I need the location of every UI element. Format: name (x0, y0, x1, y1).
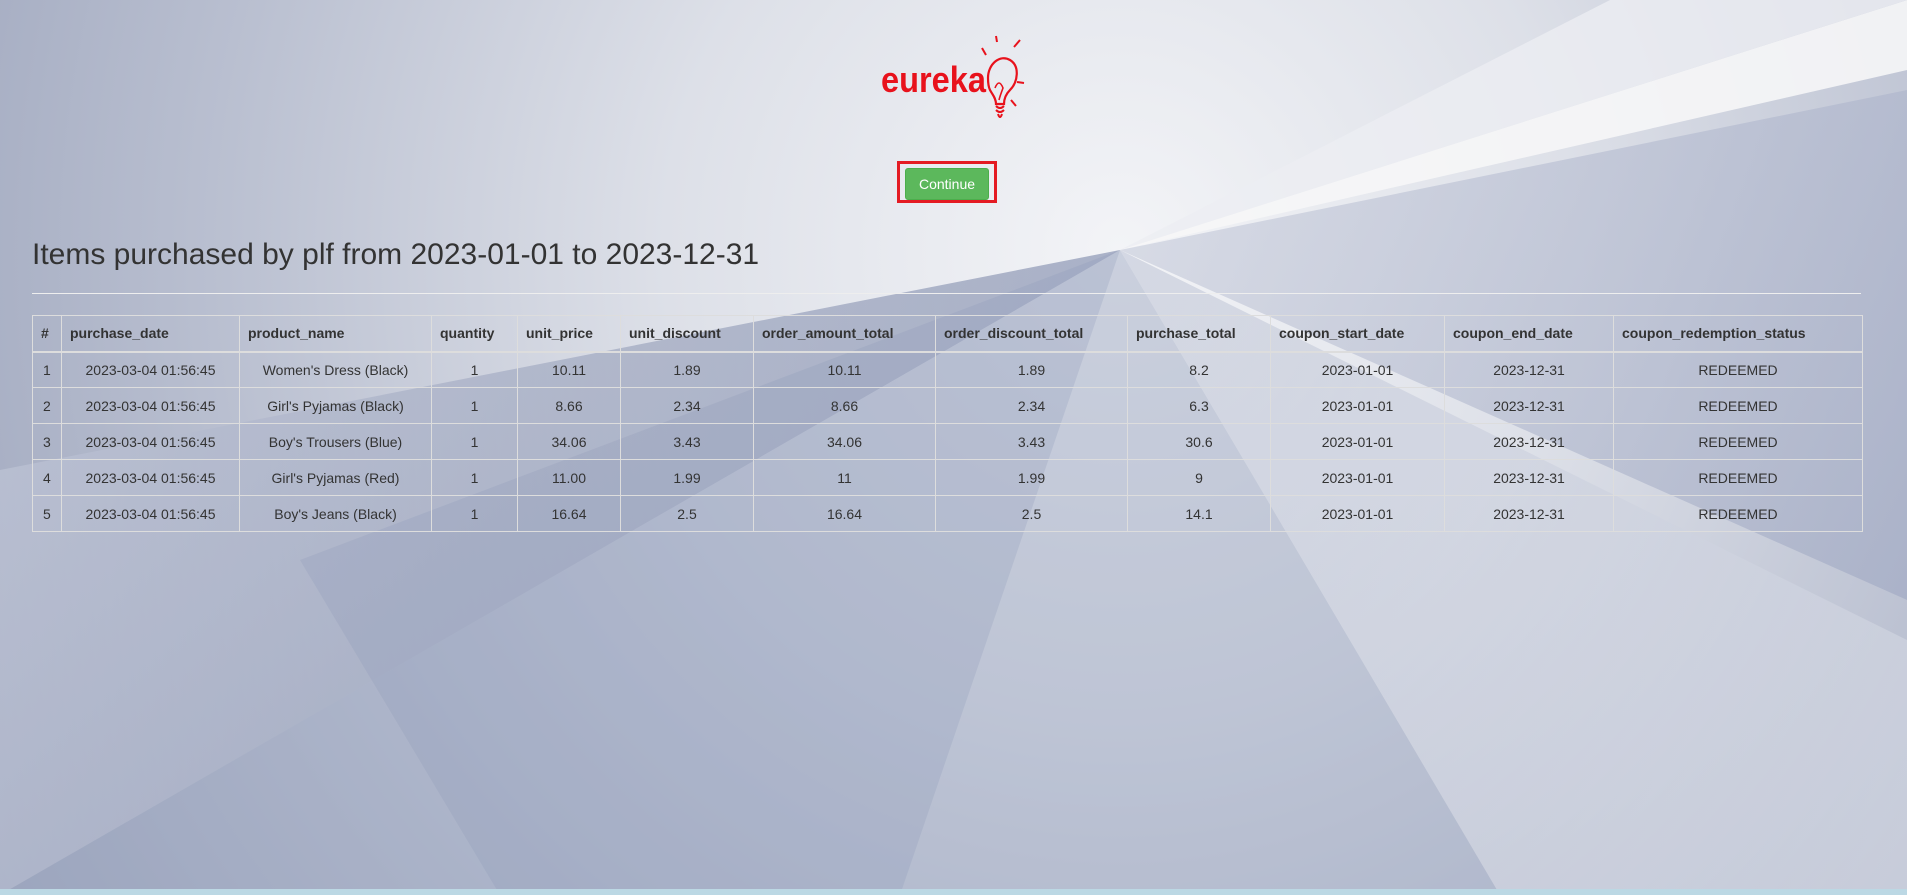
table-cell: 5 (32, 495, 62, 532)
table-cell: 2023-03-04 01:56:45 (61, 495, 240, 532)
table-cell: 9 (1127, 459, 1271, 496)
table-row: 3 2023-03-04 01:56:45 Boy's Trousers (Bl… (32, 423, 1863, 460)
table-cell: 2023-03-04 01:56:45 (61, 351, 240, 388)
table-cell: 2023-12-31 (1444, 495, 1614, 532)
table-cell: 2023-12-31 (1444, 459, 1614, 496)
table-cell: 1 (431, 387, 518, 424)
table-cell: 1 (431, 423, 518, 460)
table-cell: Boy's Jeans (Black) (239, 495, 432, 532)
table-cell: 2.5 (620, 495, 754, 532)
table-cell: 2023-12-31 (1444, 387, 1614, 424)
table-row: 1 2023-03-04 01:56:45 Women's Dress (Bla… (32, 351, 1863, 388)
bottom-border-bar (0, 889, 1907, 895)
table-cell: 3 (32, 423, 62, 460)
column-header: quantity (431, 315, 518, 353)
table-cell: Girl's Pyjamas (Black) (239, 387, 432, 424)
table-cell: 34.06 (517, 423, 621, 460)
table-cell: 1 (431, 351, 518, 388)
table-cell: 2023-03-04 01:56:45 (61, 387, 240, 424)
table-cell: 8.2 (1127, 351, 1271, 388)
table-cell: 1 (32, 351, 62, 388)
table-cell: 1.89 (935, 351, 1128, 388)
logo-text: eureka (881, 59, 987, 100)
column-header: coupon_redemption_status (1613, 315, 1863, 353)
table-cell: 2023-01-01 (1270, 459, 1445, 496)
table-cell: 11 (753, 459, 936, 496)
table-cell: 2023-01-01 (1270, 387, 1445, 424)
column-header: order_amount_total (753, 315, 936, 353)
table-cell: 10.11 (753, 351, 936, 388)
table-cell: 2 (32, 387, 62, 424)
table-cell: 1.99 (935, 459, 1128, 496)
table-cell: REDEEMED (1613, 495, 1863, 532)
table-cell: 2.5 (935, 495, 1128, 532)
column-header: # (32, 315, 62, 353)
table-cell: 2023-01-01 (1270, 423, 1445, 460)
column-header: product_name (239, 315, 432, 353)
table-cell: 2023-01-01 (1270, 495, 1445, 532)
table-cell: Women's Dress (Black) (239, 351, 432, 388)
table-cell: 1.99 (620, 459, 754, 496)
table-cell: REDEEMED (1613, 387, 1863, 424)
table-cell: 16.64 (753, 495, 936, 532)
table-cell: REDEEMED (1613, 459, 1863, 496)
page: eureka Continue Items purchased by plf f… (0, 0, 1907, 895)
table-cell: 2.34 (620, 387, 754, 424)
table-cell: 2023-01-01 (1270, 351, 1445, 388)
table-cell: 11.00 (517, 459, 621, 496)
continue-button[interactable]: Continue (905, 168, 989, 200)
table-cell: 2023-03-04 01:56:45 (61, 423, 240, 460)
eureka-logo: eureka (878, 30, 1028, 130)
table-cell: 30.6 (1127, 423, 1271, 460)
table-cell: Boy's Trousers (Blue) (239, 423, 432, 460)
page-title: Items purchased by plf from 2023-01-01 t… (32, 238, 760, 271)
table-cell: REDEEMED (1613, 351, 1863, 388)
purchases-table: # purchase_date product_name quantity un… (32, 315, 1863, 532)
table-cell: 1 (431, 459, 518, 496)
table-row: 5 2023-03-04 01:56:45 Boy's Jeans (Black… (32, 495, 1863, 532)
table-cell: 2.34 (935, 387, 1128, 424)
table-row: 4 2023-03-04 01:56:45 Girl's Pyjamas (Re… (32, 459, 1863, 496)
heading-divider (32, 293, 1861, 294)
table-cell: 16.64 (517, 495, 621, 532)
table-cell: 3.43 (935, 423, 1128, 460)
column-header: purchase_total (1127, 315, 1271, 353)
lightbulb-logo-icon: eureka (881, 35, 1025, 118)
column-header: unit_discount (620, 315, 754, 353)
table-cell: 4 (32, 459, 62, 496)
table-cell: 8.66 (517, 387, 621, 424)
table-cell: 8.66 (753, 387, 936, 424)
table-cell: 14.1 (1127, 495, 1271, 532)
table-row: 2 2023-03-04 01:56:45 Girl's Pyjamas (Bl… (32, 387, 1863, 424)
table-cell: Girl's Pyjamas (Red) (239, 459, 432, 496)
column-header: purchase_date (61, 315, 240, 353)
column-header: coupon_end_date (1444, 315, 1614, 353)
table-header-row: # purchase_date product_name quantity un… (32, 315, 1863, 353)
column-header: coupon_start_date (1270, 315, 1445, 353)
column-header: order_discount_total (935, 315, 1128, 353)
table-cell: 34.06 (753, 423, 936, 460)
table-cell: 1 (431, 495, 518, 532)
table-cell: REDEEMED (1613, 423, 1863, 460)
table-cell: 1.89 (620, 351, 754, 388)
table-cell: 6.3 (1127, 387, 1271, 424)
table-cell: 2023-12-31 (1444, 423, 1614, 460)
table-cell: 3.43 (620, 423, 754, 460)
column-header: unit_price (517, 315, 621, 353)
table-cell: 10.11 (517, 351, 621, 388)
table-cell: 2023-12-31 (1444, 351, 1614, 388)
table-cell: 2023-03-04 01:56:45 (61, 459, 240, 496)
purchases-table-wrap: # purchase_date product_name quantity un… (32, 315, 1863, 532)
